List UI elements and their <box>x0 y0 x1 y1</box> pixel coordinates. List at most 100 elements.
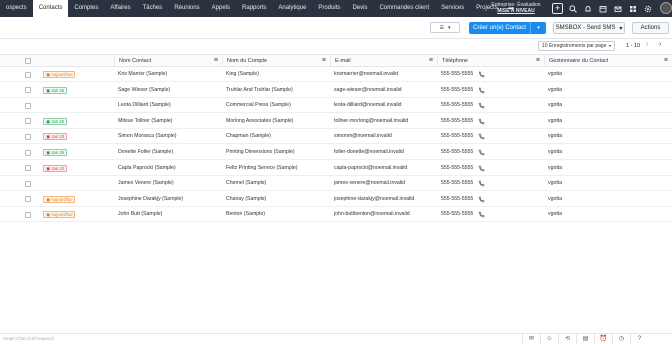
phone[interactable]: 555-555-5555 <box>441 67 473 82</box>
create-contact-button[interactable]: Créer un(e) Contact ▾ <box>469 22 546 34</box>
table-row[interactable]: ▣ Aujourd'hui John Butt (Sample) Benton (S… <box>0 207 672 223</box>
contact-name[interactable]: John Butt (Sample) <box>118 207 162 222</box>
contact-name[interactable]: James Venere (Sample) <box>118 176 174 191</box>
account-name[interactable]: Chemel (Sample) <box>226 176 266 191</box>
next-page-icon[interactable]: › <box>659 41 661 48</box>
column-header-3[interactable]: E-mail ≡ <box>330 55 437 67</box>
calendar-icon[interactable] <box>595 0 610 17</box>
table-row[interactable]: ▣ Jan 26 Mitsue Tollner (Sample) Morlong A… <box>0 114 672 129</box>
search-icon[interactable] <box>565 0 580 17</box>
row-checkbox[interactable] <box>25 118 31 125</box>
row-checkbox[interactable] <box>25 196 31 203</box>
history-icon[interactable]: ⟲ <box>558 334 576 344</box>
contact-name[interactable]: Simon Morasca (Sample) <box>118 129 177 144</box>
tab-affaires[interactable]: Affaires <box>104 0 136 17</box>
alarm-icon[interactable]: ⏰ <box>594 334 612 344</box>
tab-rapports[interactable]: Rapports <box>236 0 272 17</box>
table-row[interactable]: ▣ Jan 26 Sage Wieser (Sample) Truhlar And … <box>0 83 672 98</box>
tab-produits[interactable]: Produits <box>312 0 346 17</box>
help-icon[interactable]: ? <box>630 334 648 344</box>
settings-icon[interactable] <box>640 0 655 17</box>
tab-contacts[interactable]: Contacts <box>32 0 69 17</box>
bell-icon[interactable] <box>580 0 595 17</box>
row-checkbox[interactable] <box>25 165 31 172</box>
activity-badge[interactable]: ▣ Jan 23 <box>43 133 68 141</box>
contact-name[interactable]: Sage Wieser (Sample) <box>118 83 170 98</box>
phone-call-icon[interactable] <box>478 165 485 174</box>
chat-icon[interactable]: ✉ <box>522 334 540 344</box>
phone-call-icon[interactable] <box>478 71 485 80</box>
email[interactable]: foller-donette@noemail.invalid <box>334 145 404 160</box>
activity-badge[interactable]: ▣ Aujourd'hui <box>43 211 76 219</box>
tab-analytique[interactable]: Analytique <box>272 0 312 17</box>
email[interactable]: simonm@noemail.invalid <box>334 129 392 144</box>
table-row[interactable]: ▣ Aujourd'hui Kris Marrier (Sample) King (… <box>0 67 672 82</box>
table-row[interactable]: Leota Dilliard (Sample) Commercial Press … <box>0 98 672 114</box>
email[interactable]: josephine-darakjy@noemail.invalid <box>334 192 414 207</box>
clock-icon[interactable]: ◷ <box>612 334 630 344</box>
contact-name[interactable]: Kris Marrier (Sample) <box>118 67 167 82</box>
column-header-4[interactable]: Téléphone ≡ <box>437 55 544 67</box>
account-name[interactable]: Printing Dimensions (Sample) <box>226 145 295 160</box>
column-menu-icon[interactable]: ≡ <box>536 55 540 67</box>
create-contact-label[interactable]: Créer un(e) Contact <box>469 22 531 34</box>
trial-banner[interactable]: Entreprise- Évaluation MISE À NIVEAU <box>488 2 544 14</box>
phone-call-icon[interactable] <box>478 133 485 142</box>
phone-call-icon[interactable] <box>478 87 485 96</box>
table-row[interactable]: ▣ Jan 22 Capla Paprocki (Sample) Feltz Pri… <box>0 161 672 176</box>
tab-r-unions[interactable]: Réunions <box>168 0 205 17</box>
phone[interactable]: 555-555-5555 <box>441 192 473 207</box>
email[interactable]: john-buttbenton@noemail.invalid <box>334 207 410 222</box>
phone-call-icon[interactable] <box>478 102 485 111</box>
email[interactable]: sage-wieser@noemail.invalid <box>334 83 402 98</box>
tab-t-ches[interactable]: Tâches <box>137 0 169 17</box>
row-checkbox[interactable] <box>25 180 31 187</box>
phone[interactable]: 555-555-5555 <box>441 207 473 222</box>
activity-badge[interactable]: ▣ Jan 26 <box>43 149 68 156</box>
phone[interactable]: 555-555-5555 <box>441 129 473 144</box>
phone-call-icon[interactable] <box>478 211 485 220</box>
email[interactable]: james-venere@noemail.invalid <box>334 176 405 191</box>
contact-name[interactable]: Mitsue Tollner (Sample) <box>118 114 172 129</box>
contact-name[interactable]: Josephine Darakjy (Sample) <box>118 192 183 207</box>
account-name[interactable]: Feltz Printing Service (Sample) <box>226 161 298 176</box>
tab-devis[interactable]: Devis <box>346 0 373 17</box>
column-menu-icon[interactable]: ≡ <box>429 55 433 67</box>
previous-page-icon[interactable]: ‹ <box>646 41 648 48</box>
activity-badge[interactable]: ▣ Jan 26 <box>43 117 68 125</box>
account-name[interactable]: Chapman (Sample) <box>226 129 271 144</box>
contact-name[interactable]: Donette Foller (Sample) <box>118 145 173 160</box>
account-name[interactable]: Truhlar And Truhlar (Sample) <box>226 83 293 98</box>
account-name[interactable]: Chanay (Sample) <box>226 192 266 207</box>
phone-call-icon[interactable] <box>478 118 485 127</box>
contact-name[interactable]: Leota Dilliard (Sample) <box>118 98 171 113</box>
mail-icon[interactable] <box>610 0 625 17</box>
table-row[interactable]: ▣ Jan 26 Donette Foller (Sample) Printing … <box>0 145 672 160</box>
phone[interactable]: 555-555-5555 <box>441 98 473 113</box>
email[interactable]: capla-paprocki@noemail.invalid <box>334 161 407 176</box>
tab-appels[interactable]: Appels <box>206 0 236 17</box>
activity-badge[interactable]: ▣ Aujourd'hui <box>43 195 76 203</box>
account-name[interactable]: Commercial Press (Sample) <box>226 98 291 113</box>
tab-commandes-client[interactable]: Commandes client <box>373 0 435 17</box>
email[interactable]: krismarrier@noemail.invalid <box>334 67 398 82</box>
row-checkbox[interactable] <box>25 149 31 156</box>
send-sms-button[interactable]: SMSBOX - Send SMS ▾ <box>553 22 625 34</box>
table-row[interactable]: ▣ Aujourd'hui Josephine Darakjy (Sample) C… <box>0 192 672 207</box>
phone[interactable]: 555-555-5555 <box>441 145 473 160</box>
tab-services[interactable]: Services <box>435 0 470 17</box>
row-checkbox[interactable] <box>25 211 31 218</box>
actions-button[interactable]: Actions <box>632 22 669 34</box>
column-header-2[interactable]: Nom du Compte ≡ <box>222 55 330 67</box>
row-checkbox[interactable] <box>25 87 31 94</box>
account-name[interactable]: King (Sample) <box>226 67 259 82</box>
row-checkbox[interactable] <box>25 102 31 109</box>
upgrade-link[interactable]: MISE À NIVEAU <box>488 8 544 14</box>
user-avatar[interactable] <box>660 2 672 14</box>
table-row[interactable]: ▣ Jan 23 Simon Morasca (Sample) Chapman (S… <box>0 129 672 145</box>
grid-icon[interactable] <box>625 0 640 17</box>
activity-badge[interactable]: ▣ Jan 26 <box>43 86 68 94</box>
activity-badge[interactable]: ▣ Aujourd'hui <box>43 71 76 78</box>
row-checkbox[interactable] <box>25 71 31 78</box>
note-icon[interactable]: ▤ <box>576 334 594 344</box>
